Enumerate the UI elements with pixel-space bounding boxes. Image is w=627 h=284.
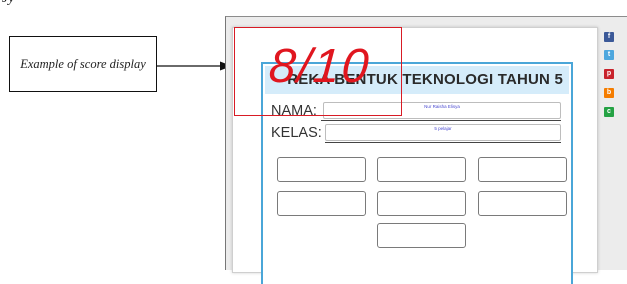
answer-box[interactable] xyxy=(377,223,466,248)
top-partial-text: Jy xyxy=(2,0,14,7)
class-label: KELAS: xyxy=(271,125,322,141)
answer-box[interactable] xyxy=(377,157,466,182)
classroom-icon[interactable]: c xyxy=(604,107,614,117)
answer-box[interactable] xyxy=(377,191,466,216)
worksheet-app-screenshot: REKA BENTUK TEKNOLOGI TAHUN 5 NAMA: Nur … xyxy=(225,16,627,284)
name-underline xyxy=(321,120,561,121)
blogger-icon[interactable]: b xyxy=(604,88,614,98)
score-display: 8/10 xyxy=(234,27,402,116)
answer-box[interactable] xyxy=(277,191,366,216)
score-display-callout: Example of score display xyxy=(9,36,157,92)
score-text: 8/10 xyxy=(267,40,373,93)
answer-box[interactable] xyxy=(277,157,366,182)
class-underline xyxy=(325,142,561,143)
answer-box[interactable] xyxy=(478,157,567,182)
answer-box[interactable] xyxy=(478,191,567,216)
class-input[interactable]: 5 pelajar xyxy=(325,124,561,141)
twitter-icon[interactable]: t xyxy=(604,50,614,60)
pinterest-icon[interactable]: p xyxy=(604,69,614,79)
worksheet-page: REKA BENTUK TEKNOLOGI TAHUN 5 NAMA: Nur … xyxy=(232,27,598,284)
facebook-icon[interactable]: f xyxy=(604,32,614,42)
